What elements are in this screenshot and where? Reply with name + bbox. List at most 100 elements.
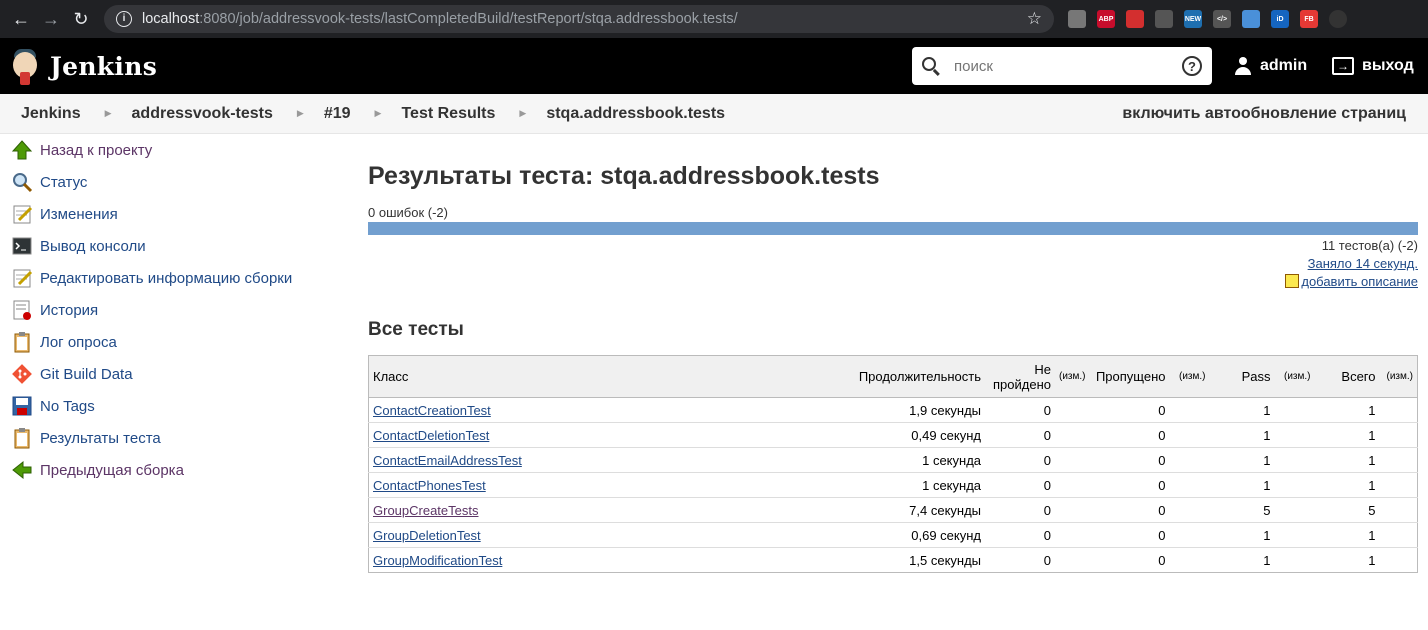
sidebar-item-label[interactable]: Результаты теста: [40, 430, 161, 447]
skipped-cell: 0: [1089, 397, 1170, 423]
page-title: Результаты теста: stqa.addressbook.tests: [368, 162, 880, 190]
pass-diff-cell: [1274, 497, 1315, 523]
class-cell: GroupDeletionTest: [368, 522, 855, 548]
url-text[interactable]: localhost:8080/job/addressvook-tests/las…: [142, 11, 1027, 27]
breadcrumb-separator-icon[interactable]: ▶: [297, 108, 304, 119]
breadcrumb-separator-icon[interactable]: ▶: [519, 108, 526, 119]
col-skipped-diff[interactable]: (изм.): [1169, 355, 1210, 398]
sidebar-item[interactable]: Вывод консоли: [0, 230, 340, 262]
ext-abp-icon[interactable]: ABP: [1097, 10, 1115, 28]
sidebar-item[interactable]: История: [0, 294, 340, 326]
sidebar-item[interactable]: Редактировать информацию сборки: [0, 262, 340, 294]
back-arrow-icon[interactable]: ←: [8, 6, 34, 32]
jenkins-title[interactable]: Jenkins: [50, 52, 157, 81]
forward-arrow-icon[interactable]: →: [38, 6, 64, 32]
breadcrumb-item[interactable]: stqa.addressbook.tests: [546, 105, 725, 123]
reload-icon[interactable]: ↻: [68, 6, 94, 32]
test-class-link[interactable]: GroupDeletionTest: [373, 528, 481, 543]
pass-diff-cell: [1274, 522, 1315, 548]
failed-cell: 0: [985, 397, 1056, 423]
sidebar-item-label[interactable]: Предыдущая сборка: [40, 462, 184, 479]
logout-link[interactable]: → выход: [1332, 38, 1414, 94]
breadcrumb-item[interactable]: Jenkins: [21, 105, 81, 123]
sidebar-item[interactable]: Статус: [0, 166, 340, 198]
add-description-link[interactable]: добавить описание: [1301, 274, 1418, 289]
address-bar[interactable]: i localhost:8080/job/addressvook-tests/l…: [104, 5, 1054, 33]
col-class[interactable]: Класс: [368, 355, 855, 398]
ext-hand-icon[interactable]: [1068, 10, 1086, 28]
sidebar-item[interactable]: Изменения: [0, 198, 340, 230]
bookmark-star-icon[interactable]: ☆: [1027, 9, 1042, 29]
col-pass[interactable]: Pass: [1209, 355, 1275, 398]
ext-red-icon[interactable]: [1126, 10, 1144, 28]
col-failed[interactable]: Не пройдено: [985, 355, 1056, 398]
up-arrow-icon: [10, 138, 34, 162]
sidebar-item-label[interactable]: Лог опроса: [40, 334, 117, 351]
col-pass-diff[interactable]: (изм.): [1274, 355, 1315, 398]
skipped-cell: 0: [1089, 447, 1170, 473]
total-cell: 5: [1314, 497, 1380, 523]
total-cell: 1: [1314, 397, 1380, 423]
save-icon: [10, 394, 34, 418]
col-duration[interactable]: Продолжительность: [854, 355, 986, 398]
failed-diff-cell: [1055, 497, 1090, 523]
sidebar-item-label[interactable]: Статус: [40, 174, 87, 191]
notepad-icon: [10, 202, 34, 226]
help-icon[interactable]: ?: [1182, 56, 1202, 76]
search-input[interactable]: [954, 57, 1182, 75]
test-class-link[interactable]: ContactDeletionTest: [373, 428, 489, 443]
table-header-row: Класс Продолжительность Не пройдено (изм…: [368, 355, 1418, 398]
pass-diff-cell: [1274, 447, 1315, 473]
autorefresh-link[interactable]: включить автообновление страниц: [1122, 105, 1406, 123]
breadcrumb: Jenkins ▶ addressvook-tests ▶ #19 ▶ Test…: [0, 94, 1428, 134]
breadcrumb-separator-icon[interactable]: ▶: [105, 108, 112, 119]
ext-code-icon[interactable]: </>: [1213, 10, 1231, 28]
sidebar-item[interactable]: Результаты теста: [0, 422, 340, 454]
test-class-link[interactable]: ContactEmailAddressTest: [373, 453, 522, 468]
test-class-link[interactable]: GroupCreateTests: [373, 503, 479, 518]
sidebar-item[interactable]: No Tags: [0, 390, 340, 422]
total-cell: 1: [1314, 522, 1380, 548]
sidebar-item[interactable]: Git Build Data: [0, 358, 340, 390]
jenkins-header: Jenkins ? admin → выход: [0, 38, 1428, 94]
test-class-link[interactable]: ContactPhonesTest: [373, 478, 486, 493]
sidebar-item-label[interactable]: Редактировать информацию сборки: [40, 270, 292, 287]
col-skipped[interactable]: Пропущено: [1089, 355, 1170, 398]
col-total[interactable]: Всего: [1314, 355, 1380, 398]
ext-cloud-icon[interactable]: [1242, 10, 1260, 28]
sidebar-item-label[interactable]: Вывод консоли: [40, 238, 146, 255]
sidebar-item-label[interactable]: No Tags: [40, 398, 95, 415]
ext-dot-icon[interactable]: [1329, 10, 1347, 28]
test-class-link[interactable]: ContactCreationTest: [373, 403, 491, 418]
breadcrumb-separator-icon[interactable]: ▶: [375, 108, 382, 119]
ext-new-icon[interactable]: NEW: [1184, 10, 1202, 28]
test-class-link[interactable]: GroupModificationTest: [373, 553, 502, 568]
sidebar-item[interactable]: Назад к проекту: [0, 134, 340, 166]
sidebar-item[interactable]: Предыдущая сборка: [0, 454, 340, 486]
user-link[interactable]: admin: [1234, 38, 1307, 94]
user-name: admin: [1260, 57, 1308, 74]
info-icon[interactable]: i: [116, 11, 132, 27]
sidebar-item-label[interactable]: Git Build Data: [40, 366, 133, 383]
col-failed-diff[interactable]: (изм.): [1055, 355, 1090, 398]
ext-fb-icon[interactable]: FB: [1300, 10, 1318, 28]
sidebar-item-label[interactable]: Изменения: [40, 206, 118, 223]
jenkins-logo-icon[interactable]: [10, 46, 40, 86]
sidebar-item-label[interactable]: История: [40, 302, 98, 319]
duration-link[interactable]: Заняло 14 секунд.: [1308, 256, 1418, 271]
pass-cell: 1: [1209, 447, 1275, 473]
class-cell: GroupCreateTests: [368, 497, 855, 523]
sidebar-item-label[interactable]: Назад к проекту: [40, 142, 152, 159]
breadcrumb-item[interactable]: #19: [324, 105, 351, 123]
tests-count: 11 тестов(а) (-2): [1321, 238, 1418, 253]
sidebar-item[interactable]: Лог опроса: [0, 326, 340, 358]
ext-gear-icon[interactable]: [1155, 10, 1173, 28]
ext-id-icon[interactable]: iD: [1271, 10, 1289, 28]
breadcrumb-item[interactable]: Test Results: [401, 105, 495, 123]
col-total-diff[interactable]: (изм.): [1379, 355, 1418, 398]
breadcrumb-item[interactable]: addressvook-tests: [132, 105, 273, 123]
edit-description-icon[interactable]: [1285, 274, 1300, 288]
class-cell: ContactPhonesTest: [368, 472, 855, 498]
failed-cell: 0: [985, 422, 1056, 448]
search-box[interactable]: ?: [912, 47, 1212, 85]
